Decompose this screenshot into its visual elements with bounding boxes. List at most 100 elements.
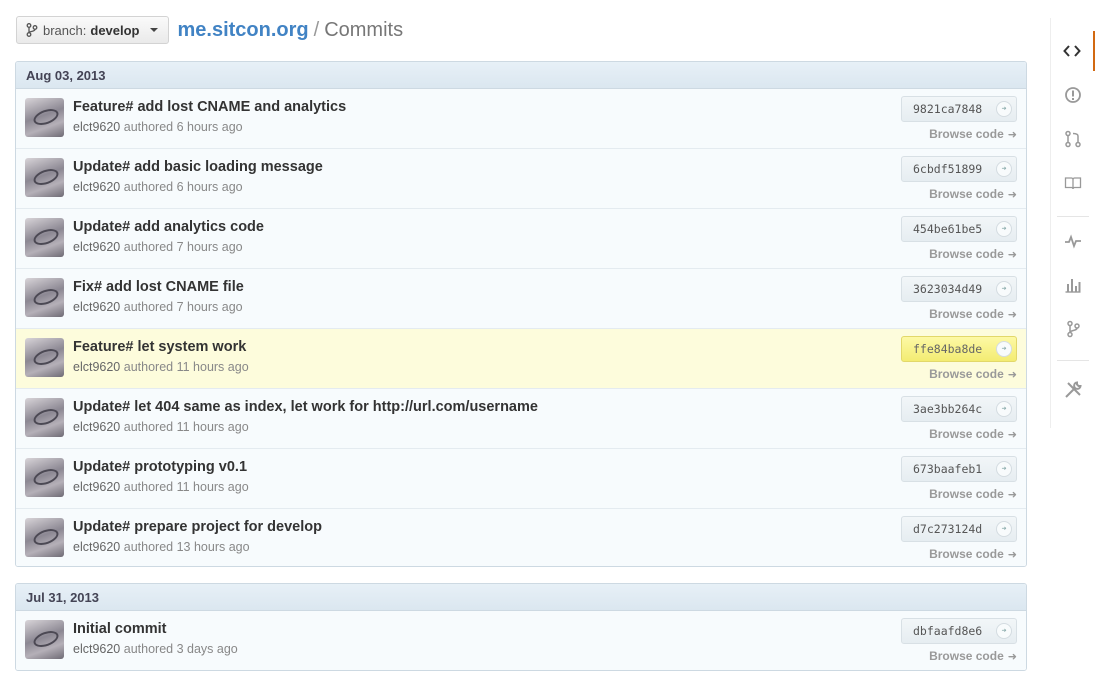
commit-time: 7 hours ago (176, 240, 243, 254)
commit-message[interactable]: Feature# add lost CNAME and analytics (73, 99, 346, 115)
avatar[interactable] (25, 338, 64, 377)
browse-code-label: Browse code (929, 307, 1004, 321)
nav-pulse[interactable] (1051, 221, 1095, 261)
arrow-right-icon: ➜ (1007, 489, 1017, 501)
browse-code-link[interactable]: Browse code ➜ (929, 487, 1017, 501)
commit-sha-button[interactable]: 6cbdf51899 ➜ (901, 156, 1017, 182)
browse-code-link[interactable]: Browse code ➜ (929, 187, 1017, 201)
commit-message[interactable]: Initial commit (73, 621, 166, 637)
browse-code-link[interactable]: Browse code ➜ (929, 649, 1017, 663)
commit-authored-label: authored (123, 420, 174, 434)
commit-message[interactable]: Feature# let system work (73, 339, 246, 355)
avatar[interactable] (25, 278, 64, 317)
commit-message[interactable]: Update# add basic loading message (73, 159, 323, 175)
commit-meta: elct9620 authored 13 hours ago (73, 540, 250, 554)
browse-code-link[interactable]: Browse code ➜ (929, 127, 1017, 141)
commit-author[interactable]: elct9620 (73, 480, 120, 494)
commit-author[interactable]: elct9620 (73, 420, 120, 434)
commit-author[interactable]: elct9620 (73, 300, 120, 314)
nav-wiki[interactable] (1051, 163, 1095, 203)
commit-author[interactable]: elct9620 (73, 540, 120, 554)
browse-code-label: Browse code (929, 487, 1004, 501)
arrow-right-icon: ➜ (1007, 129, 1017, 141)
browse-code-label: Browse code (929, 367, 1004, 381)
avatar[interactable] (25, 620, 64, 659)
commit-sha-button[interactable]: 3ae3bb264c ➜ (901, 396, 1017, 422)
avatar[interactable] (25, 218, 64, 257)
avatar[interactable] (25, 458, 64, 497)
commit-sha-button[interactable]: 3623034d49 ➜ (901, 276, 1017, 302)
commit-time: 6 hours ago (176, 180, 243, 194)
commit-group-date: Aug 03, 2013 (16, 62, 1026, 89)
commit-sha-button[interactable]: 9821ca7848 ➜ (901, 96, 1017, 122)
branch-selector-button[interactable]: branch: develop (16, 16, 169, 44)
browse-code-link[interactable]: Browse code ➜ (929, 307, 1017, 321)
commit-authored-label: authored (123, 540, 174, 554)
browse-code-link[interactable]: Browse code ➜ (929, 427, 1017, 441)
commit-sha-button[interactable]: dbfaafd8e6 ➜ (901, 618, 1017, 644)
commit-row: Update# let 404 same as index, let work … (16, 388, 1026, 448)
commit-author[interactable]: elct9620 (73, 240, 120, 254)
commit-authored-label: authored (123, 180, 174, 194)
commit-author[interactable]: elct9620 (73, 120, 120, 134)
nav-code[interactable] (1051, 31, 1095, 71)
commit-message[interactable]: Update# prototyping v0.1 (73, 459, 247, 475)
commit-sha-button[interactable]: 673baafeb1 ➜ (901, 456, 1017, 482)
page-title: Commits (324, 18, 404, 41)
commit-row: Initial commit elct9620 authored 3 days … (16, 611, 1026, 670)
commit-sha: ffe84ba8de (913, 342, 983, 356)
commit-row: Feature# add lost CNAME and analytics el… (16, 89, 1026, 148)
commit-message[interactable]: Fix# add lost CNAME file (73, 279, 244, 295)
graphs-icon (1065, 279, 1081, 293)
avatar[interactable] (25, 518, 64, 557)
breadcrumb-separator: / (313, 18, 320, 41)
commit-message[interactable]: Update# add analytics code (73, 219, 264, 235)
repo-link[interactable]: me.sitcon.org (178, 19, 309, 41)
commit-sha-button[interactable]: ffe84ba8de ➜ (901, 336, 1017, 362)
commit-time: 7 hours ago (176, 300, 243, 314)
nav-graphs[interactable] (1051, 265, 1095, 305)
nav-network[interactable] (1051, 309, 1095, 349)
commit-sha: 454be61be5 (913, 222, 983, 236)
commit-row-highlighted: Feature# let system work elct9620 author… (16, 328, 1026, 388)
commit-authored-label: authored (123, 642, 174, 656)
repo-sidebar-nav (1050, 18, 1095, 428)
nav-settings[interactable] (1051, 370, 1095, 410)
nav-divider (1057, 360, 1089, 361)
commit-row: Update# prepare project for develop elct… (16, 508, 1026, 566)
browse-code-link[interactable]: Browse code ➜ (929, 247, 1017, 261)
commit-author[interactable]: elct9620 (73, 360, 120, 374)
commit-meta: elct9620 authored 11 hours ago (73, 480, 249, 494)
browse-code-link[interactable]: Browse code ➜ (929, 547, 1017, 561)
commit-message[interactable]: Update# prepare project for develop (73, 519, 322, 535)
avatar[interactable] (25, 158, 64, 197)
chevron-down-icon (149, 28, 158, 32)
arrow-right-icon: ➜ (1007, 651, 1017, 663)
commit-sha-button[interactable]: 454be61be5 ➜ (901, 216, 1017, 242)
commit-meta: elct9620 authored 11 hours ago (73, 420, 249, 434)
wiki-icon (1064, 177, 1082, 190)
commit-time: 11 hours ago (176, 420, 249, 434)
pulse-icon (1065, 234, 1081, 249)
avatar[interactable] (25, 398, 64, 437)
branch-prefix: branch: (43, 22, 87, 38)
arrow-right-icon: ➜ (1007, 369, 1017, 381)
commit-author[interactable]: elct9620 (73, 180, 120, 194)
commit-authored-label: authored (123, 300, 174, 314)
commit-author[interactable]: elct9620 (73, 642, 120, 656)
commit-meta: elct9620 authored 11 hours ago (73, 360, 249, 374)
nav-issues[interactable] (1051, 75, 1095, 115)
browse-code-link[interactable]: Browse code ➜ (929, 367, 1017, 381)
nav-pull-requests[interactable] (1051, 119, 1095, 159)
arrow-right-icon: ➜ (996, 221, 1012, 237)
commit-time: 6 hours ago (176, 120, 243, 134)
arrow-right-icon: ➜ (996, 281, 1012, 297)
avatar[interactable] (25, 98, 64, 137)
commit-sha: dbfaafd8e6 (913, 624, 983, 638)
commit-time: 3 days ago (176, 642, 238, 656)
arrow-right-icon: ➜ (1007, 189, 1017, 201)
commit-message[interactable]: Update# let 404 same as index, let work … (73, 399, 538, 415)
commit-sha-button[interactable]: d7c273124d ➜ (901, 516, 1017, 542)
commit-meta: elct9620 authored 7 hours ago (73, 300, 243, 314)
arrow-right-icon: ➜ (996, 161, 1012, 177)
